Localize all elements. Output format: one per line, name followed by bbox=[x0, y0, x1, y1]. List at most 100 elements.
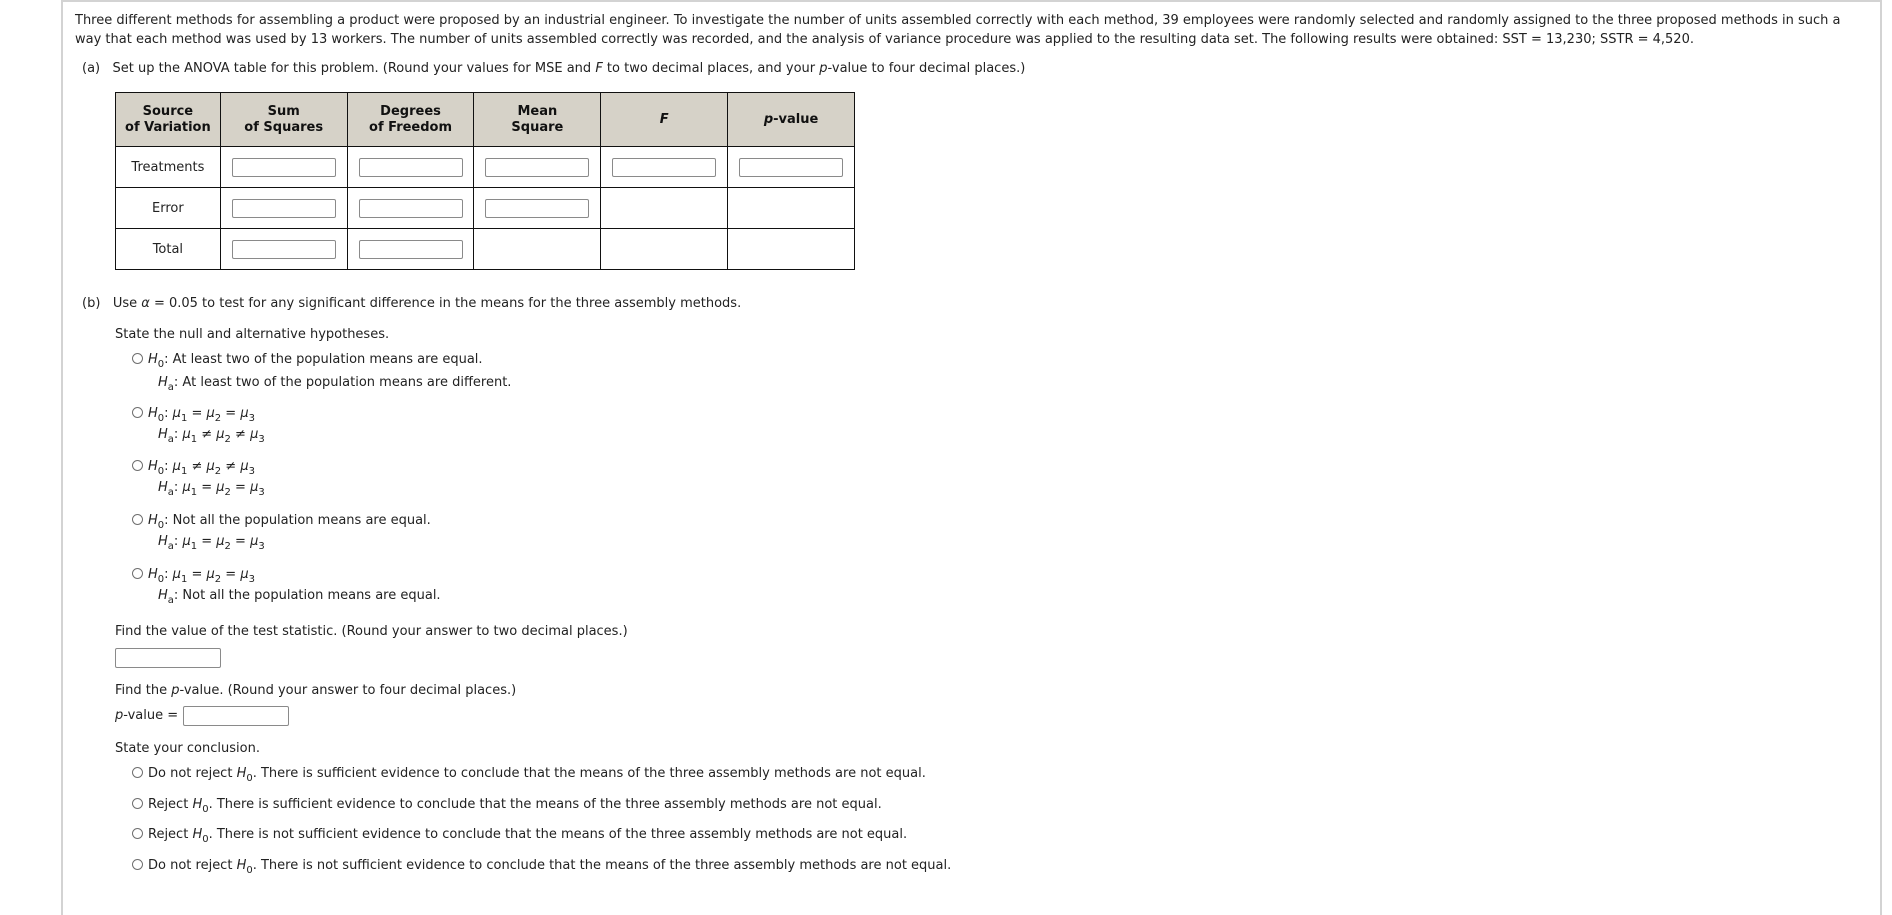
problem-statement: Three different methods for assembling a… bbox=[75, 13, 1841, 47]
treatments-f-input[interactable] bbox=[612, 157, 717, 177]
mu-symbol: μ bbox=[206, 567, 215, 582]
conclusion-lead: Reject bbox=[148, 797, 193, 812]
conclusion-text: . There is not sufficient evidence to co… bbox=[208, 827, 908, 842]
cell bbox=[219, 228, 348, 270]
mu-symbol: μ bbox=[240, 406, 249, 421]
label-text: -value = bbox=[123, 708, 179, 723]
h-symbol: H bbox=[158, 588, 168, 603]
header-text: of Squares bbox=[244, 119, 324, 135]
cell bbox=[346, 228, 475, 270]
part-a-label: (a) bbox=[82, 61, 101, 76]
equals: = bbox=[221, 567, 241, 582]
row-label: Total bbox=[115, 228, 221, 270]
header-mean-square: Mean Square bbox=[473, 92, 602, 147]
alt-hypothesis: Ha: μ1 = μ2 = μ3 bbox=[132, 533, 431, 552]
error-ms-input[interactable] bbox=[485, 198, 590, 218]
conclusion-text: . There is not sufficient evidence to co… bbox=[252, 858, 952, 873]
total-df-input[interactable] bbox=[358, 239, 463, 259]
hypothesis-option-2[interactable]: H0: μ1 = μ2 = μ3 Ha: μ1 ≠ μ2 ≠ μ3 bbox=[132, 405, 265, 445]
table-row-total: Total bbox=[115, 228, 855, 270]
mu-symbol: μ bbox=[172, 567, 181, 582]
header-text: Source bbox=[142, 103, 194, 119]
empty-cell bbox=[727, 187, 855, 229]
alt-hypothesis-text: : Not all the population means are equal… bbox=[173, 588, 441, 603]
radio-button[interactable] bbox=[132, 798, 143, 809]
table-row-error: Error bbox=[115, 187, 855, 229]
prompt-text: -value. (Round your answer to four decim… bbox=[179, 683, 517, 698]
cell bbox=[219, 187, 348, 229]
part-a-instruction: (a) Set up the ANOVA table for this prob… bbox=[82, 60, 1025, 78]
hypothesis-option-1[interactable]: H0: At least two of the population means… bbox=[132, 351, 512, 393]
conclusion-lead: Do not reject bbox=[148, 766, 237, 781]
header-text: F bbox=[659, 111, 669, 127]
h-symbol: H bbox=[148, 406, 158, 421]
h-symbol: H bbox=[192, 827, 203, 842]
h-symbol: H bbox=[236, 766, 247, 781]
radio-button[interactable] bbox=[132, 514, 143, 525]
table-header-row: Source of Variation Sum of Squares Degrees… bbox=[115, 92, 855, 147]
equals: = bbox=[187, 567, 207, 582]
radio-button[interactable] bbox=[132, 353, 143, 364]
table-row-treatments: Treatments bbox=[115, 146, 855, 188]
conclusion-option-1[interactable]: Do not reject H0. There is sufficient ev… bbox=[132, 765, 926, 784]
radio-button[interactable] bbox=[132, 767, 143, 778]
h-symbol: H bbox=[148, 567, 158, 582]
colon: : bbox=[164, 406, 173, 421]
test-statistic-input[interactable] bbox=[115, 648, 221, 668]
equals: = bbox=[230, 480, 251, 495]
total-ss-input[interactable] bbox=[231, 239, 336, 259]
treatments-ms-input[interactable] bbox=[485, 157, 590, 177]
hypothesis-option-4[interactable]: H0: Not all the population means are equ… bbox=[132, 512, 431, 552]
subscript: 3 bbox=[258, 434, 265, 445]
radio-button[interactable] bbox=[132, 568, 143, 579]
hypothesis-option-3[interactable]: H0: μ1 ≠ μ2 ≠ μ3 Ha: μ1 = μ2 = μ3 bbox=[132, 458, 265, 498]
radio-button[interactable] bbox=[132, 859, 143, 870]
alt-hypothesis: Ha: μ1 = μ2 = μ3 bbox=[132, 479, 265, 498]
hypotheses-prompt: State the null and alternative hypothese… bbox=[115, 327, 390, 342]
conclusion-option-2[interactable]: Reject H0. There is sufficient evidence … bbox=[132, 796, 882, 815]
header-sum-of-squares: Sum of Squares bbox=[219, 92, 348, 147]
instruction-text: = 0.05 to test for any significant diffe… bbox=[149, 296, 742, 311]
radio-button[interactable] bbox=[132, 460, 143, 471]
header-degrees-of-freedom: Degrees of Freedom bbox=[346, 92, 475, 147]
mu-symbol: μ bbox=[182, 427, 191, 442]
conclusion-option-3[interactable]: Reject H0. There is not sufficient evide… bbox=[132, 826, 908, 845]
not-equals: ≠ bbox=[221, 459, 241, 474]
p-value-input[interactable] bbox=[183, 706, 289, 726]
mu-symbol: μ bbox=[240, 567, 249, 582]
alt-hypothesis: Ha: At least two of the population means… bbox=[132, 374, 512, 393]
radio-button[interactable] bbox=[132, 407, 143, 418]
null-hypothesis-text: : At least two of the population means a… bbox=[164, 352, 483, 367]
hypothesis-option-5[interactable]: H0: μ1 = μ2 = μ3 Ha: Not all the populat… bbox=[132, 566, 441, 606]
mu-symbol: μ bbox=[206, 406, 215, 421]
instruction-p: p bbox=[819, 61, 828, 76]
mu-symbol: μ bbox=[216, 534, 225, 549]
treatments-ss-input[interactable] bbox=[231, 157, 336, 177]
equals: = bbox=[197, 480, 217, 495]
treatments-df-input[interactable] bbox=[358, 157, 463, 177]
colon: : bbox=[164, 459, 173, 474]
radio-button[interactable] bbox=[132, 828, 143, 839]
conclusion-lead: Reject bbox=[148, 827, 193, 842]
h-symbol: H bbox=[158, 427, 168, 442]
subscript: 3 bbox=[258, 541, 265, 552]
header-text: Square bbox=[511, 119, 564, 135]
h-symbol: H bbox=[148, 513, 158, 528]
error-ss-input[interactable] bbox=[231, 198, 336, 218]
treatments-p-value-input[interactable] bbox=[739, 157, 844, 177]
conclusion-prompt: State your conclusion. bbox=[115, 741, 260, 756]
mu-symbol: μ bbox=[182, 480, 191, 495]
colon: : bbox=[164, 567, 173, 582]
error-df-input[interactable] bbox=[358, 198, 463, 218]
part-b-instruction: (b) Use α = 0.05 to test for any signifi… bbox=[82, 295, 741, 313]
alt-hypothesis-text: : At least two of the population means a… bbox=[173, 375, 512, 390]
mu-symbol: μ bbox=[206, 459, 215, 474]
subscript: 3 bbox=[248, 466, 255, 477]
p-symbol: p bbox=[171, 683, 180, 698]
subscript: 3 bbox=[258, 487, 265, 498]
mu-symbol: μ bbox=[182, 534, 191, 549]
mu-symbol: μ bbox=[240, 459, 249, 474]
header-text: Sum bbox=[267, 103, 300, 119]
anova-table: Source of Variation Sum of Squares Degrees… bbox=[115, 92, 855, 270]
conclusion-option-4[interactable]: Do not reject H0. There is not sufficien… bbox=[132, 857, 952, 876]
